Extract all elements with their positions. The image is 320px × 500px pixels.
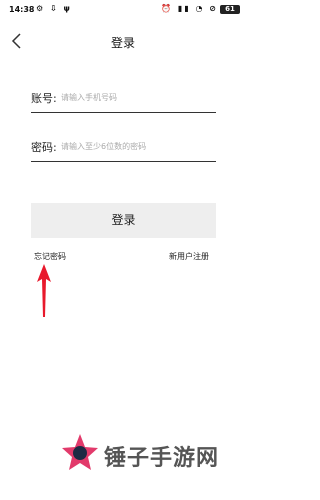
status-time: 14:38 (9, 5, 35, 14)
signal-icons: ⏰ ▮▮ ◔ ⊘ (161, 4, 218, 13)
status-bar: 14:38 ⚙ ⇩ ψ ⏰ ▮▮ ◔ ⊘ 61 (0, 0, 246, 22)
register-link[interactable]: 新用户注册 (169, 251, 209, 262)
forgot-password-link[interactable]: 忘记密码 (34, 251, 66, 262)
account-label: 账号: (31, 92, 57, 105)
notification-icons: ⚙ ⇩ ψ (36, 4, 72, 13)
watermark-logo-icon (62, 434, 98, 470)
nav-bar: 登录 (0, 28, 246, 56)
red-arrow-annotation (37, 264, 51, 317)
battery-icon: 61 (220, 5, 240, 14)
password-field: 密码: (31, 133, 216, 162)
password-label: 密码: (31, 141, 57, 154)
account-input[interactable] (61, 89, 211, 105)
page-title: 登录 (110, 36, 135, 50)
watermark-text: 锤子手游网 (104, 446, 220, 471)
password-input[interactable] (61, 138, 211, 154)
login-button[interactable]: 登录 (31, 203, 216, 238)
watermark: 锤子手游网 (60, 430, 240, 480)
account-field: 账号: (31, 84, 216, 113)
